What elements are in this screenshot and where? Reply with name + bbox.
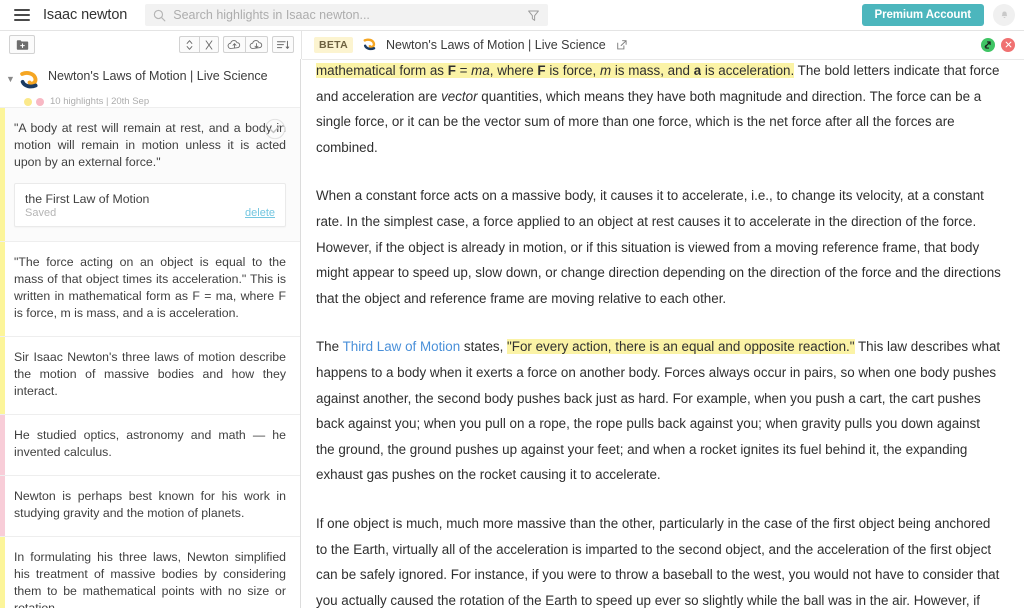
sub-toolbar: BETA Newton's Laws of Motion | Live Scie…	[0, 31, 1024, 59]
source-meta: Newton's Laws of Motion | Live Science	[48, 68, 268, 84]
article-link[interactable]: Third Law of Motion	[343, 339, 461, 354]
highlight-text: "A body at rest will remain at rest, and…	[14, 120, 286, 171]
highlight-yellow-span: F	[537, 63, 545, 78]
source-title: Newton's Laws of Motion | Live Science	[48, 68, 268, 84]
window-close-button[interactable]	[1001, 38, 1015, 52]
article-paragraph: mathematical form as F = ma, where F is …	[316, 59, 1002, 160]
new-folder-button[interactable]	[9, 35, 35, 54]
highlight-yellow-span: mathematical form as	[316, 63, 448, 78]
highlight-yellow-span: , where	[490, 63, 538, 78]
article-paragraph: The Third Law of Motion states, "For eve…	[316, 334, 1002, 488]
highlight-yellow-span: is mass, and	[611, 63, 694, 78]
sidebar-tool-group	[179, 36, 294, 53]
article-body: mathematical form as F = ma, where F is …	[316, 59, 1002, 608]
search-input[interactable]	[173, 5, 527, 25]
content-top-divider	[302, 59, 1024, 60]
highlight-yellow-span: is force,	[546, 63, 600, 78]
article-text-span: vector	[441, 89, 477, 104]
highlight-yellow-span: "For every action, there is an equal and…	[507, 339, 854, 354]
live-science-favicon-icon	[362, 37, 377, 52]
hamburger-menu-icon[interactable]	[7, 0, 37, 31]
collapse-button[interactable]	[199, 36, 219, 53]
highlight-item[interactable]: Sir Isaac Newton's three laws of motion …	[0, 337, 300, 415]
premium-account-button[interactable]: Premium Account	[862, 4, 984, 26]
highlight-yellow-span: F	[448, 63, 456, 78]
article-paragraph: If one object is much, much more massive…	[316, 511, 1002, 608]
article-text-span: The	[316, 339, 343, 354]
highlight-list[interactable]: "A body at rest will remain at rest, and…	[0, 107, 300, 608]
check-icon[interactable]	[264, 118, 286, 145]
highlight-item[interactable]: In formulating his three laws, Newton si…	[0, 537, 300, 608]
color-dot-pink	[36, 98, 44, 106]
note-delete-link[interactable]: delete	[245, 207, 275, 219]
source-subtitle: 10 highlights | 20th Sep	[50, 96, 149, 107]
search-bar[interactable]	[145, 4, 548, 26]
highlight-text: Sir Isaac Newton's three laws of motion …	[14, 349, 286, 400]
note-title: the First Law of Motion	[25, 192, 275, 206]
source-subtitle-row: 10 highlights | 20th Sep	[24, 96, 300, 107]
note-card[interactable]: the First Law of MotionSaved delete	[14, 183, 286, 227]
highlight-text: He studied optics, astronomy and math — …	[14, 427, 286, 461]
expand-collapse-all-button[interactable]	[179, 36, 199, 53]
window-resize-button[interactable]	[981, 38, 995, 52]
sort-button[interactable]	[272, 36, 294, 53]
article-text-span: When a constant force acts on a massive …	[316, 188, 1001, 305]
highlight-item[interactable]: Newton is perhaps best known for his wor…	[0, 476, 300, 537]
document-tab[interactable]: BETA Newton's Laws of Motion | Live Scie…	[301, 31, 1024, 59]
highlight-item[interactable]: "A body at rest will remain at rest, and…	[0, 107, 300, 242]
article-text-span: This law describes what happens to a bod…	[316, 339, 1000, 482]
topbar-right-group: Premium Account	[862, 4, 1024, 26]
window-controls	[981, 38, 1024, 52]
highlight-item[interactable]: He studied optics, astronomy and math — …	[0, 415, 300, 476]
open-external-icon[interactable]	[616, 39, 628, 51]
highlight-text: "The force acting on an object is equal …	[14, 254, 286, 322]
article-text-span: If one object is much, much more massive…	[316, 516, 999, 608]
highlight-yellow-span: m	[600, 63, 611, 78]
search-icon	[153, 9, 166, 22]
highlight-text: Newton is perhaps best known for his wor…	[14, 488, 286, 522]
highlight-item[interactable]: "The force acting on an object is equal …	[0, 242, 300, 337]
live-science-favicon-icon	[18, 69, 40, 91]
article-paragraph: When a constant force acts on a massive …	[316, 183, 1002, 311]
top-bar: Isaac newton Premium Account	[0, 0, 1024, 31]
beta-badge: BETA	[314, 37, 353, 53]
filter-funnel-icon[interactable]	[527, 9, 540, 22]
highlights-sidebar[interactable]: ▼ Newton's Laws of Motion | Live Science…	[0, 59, 301, 608]
highlight-yellow-span: ma	[471, 63, 490, 78]
notification-bell-icon[interactable]	[993, 4, 1015, 26]
chevron-down-icon[interactable]: ▼	[6, 68, 18, 84]
note-footer: Saved delete	[25, 207, 275, 219]
highlight-yellow-span: is acceleration.	[701, 63, 794, 78]
article-reader[interactable]: mathematical form as F = ma, where F is …	[302, 59, 1024, 608]
cloud-download-button[interactable]	[245, 36, 268, 53]
article-text-span: states,	[460, 339, 507, 354]
cloud-upload-button[interactable]	[223, 36, 245, 53]
color-dot-yellow	[24, 98, 32, 106]
note-status: Saved	[25, 207, 56, 219]
source-header[interactable]: ▼ Newton's Laws of Motion | Live Science	[0, 59, 300, 91]
highlight-text: In formulating his three laws, Newton si…	[14, 549, 286, 608]
document-title: Newton's Laws of Motion | Live Science	[386, 38, 606, 52]
highlight-yellow-span: =	[456, 63, 471, 78]
app-title: Isaac newton	[43, 7, 127, 23]
sidebar-toolbar	[0, 31, 301, 59]
